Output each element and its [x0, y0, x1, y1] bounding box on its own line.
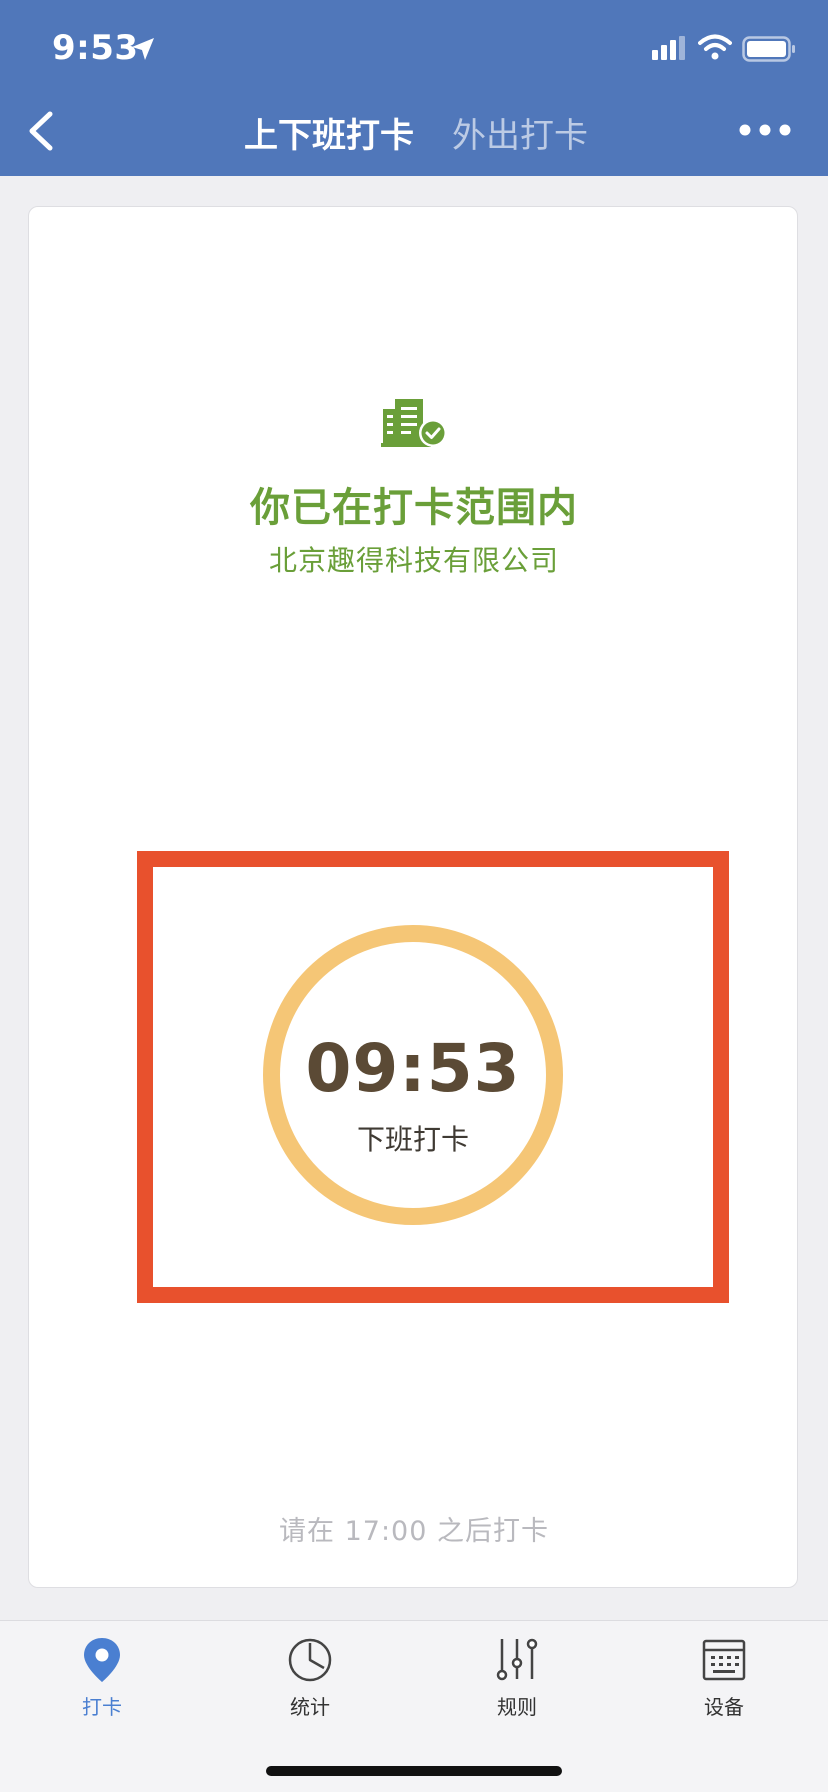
signal-icon — [652, 36, 685, 60]
sliders-icon — [496, 1638, 538, 1681]
clock-out-label: 下班打卡 — [356, 1123, 469, 1156]
tab-rules-label: 规则 — [497, 1695, 537, 1719]
tab-field-clock[interactable]: 外出打卡 — [452, 108, 588, 157]
location-arrow-icon — [132, 38, 154, 60]
tab-punch[interactable]: 打卡 — [42, 1635, 162, 1720]
tab-statistics[interactable]: 统计 — [250, 1635, 370, 1720]
battery-icon — [742, 36, 795, 62]
pie-chart-icon — [288, 1638, 332, 1682]
tab-device-label: 设备 — [704, 1695, 744, 1719]
tab-statistics-label: 统计 — [290, 1695, 330, 1719]
back-button[interactable] — [22, 108, 62, 154]
tab-clock-in-out[interactable]: 上下班打卡 — [244, 108, 414, 157]
screen: 9:53 上下班打卡 外出打卡 你已在打卡范围内 北京趣得科技有限公司 09:5… — [0, 0, 828, 1792]
clock-time: 09:53 — [305, 1030, 521, 1107]
status-time: 9:53 — [52, 28, 139, 68]
tab-device[interactable]: 设备 — [664, 1635, 784, 1720]
tab-punch-label: 打卡 — [82, 1695, 122, 1719]
header: 9:53 上下班打卡 外出打卡 — [0, 0, 828, 176]
clock-out-button[interactable]: 09:53 下班打卡 — [263, 925, 563, 1225]
clock-card: 你已在打卡范围内 北京趣得科技有限公司 09:53 下班打卡 请在 17:00 … — [28, 206, 798, 1588]
company-name: 北京趣得科技有限公司 — [268, 544, 559, 577]
home-indicator — [266, 1766, 562, 1776]
device-icon — [702, 1639, 746, 1681]
wifi-icon — [698, 34, 732, 60]
location-pin-icon — [84, 1638, 120, 1682]
clock-hint: 请在 17:00 之后打卡 — [279, 1516, 549, 1547]
more-options-button[interactable] — [738, 118, 792, 142]
in-range-title: 你已在打卡范围内 — [250, 485, 578, 531]
office-building-check-icon — [381, 399, 447, 447]
tab-rules[interactable]: 规则 — [457, 1635, 577, 1720]
